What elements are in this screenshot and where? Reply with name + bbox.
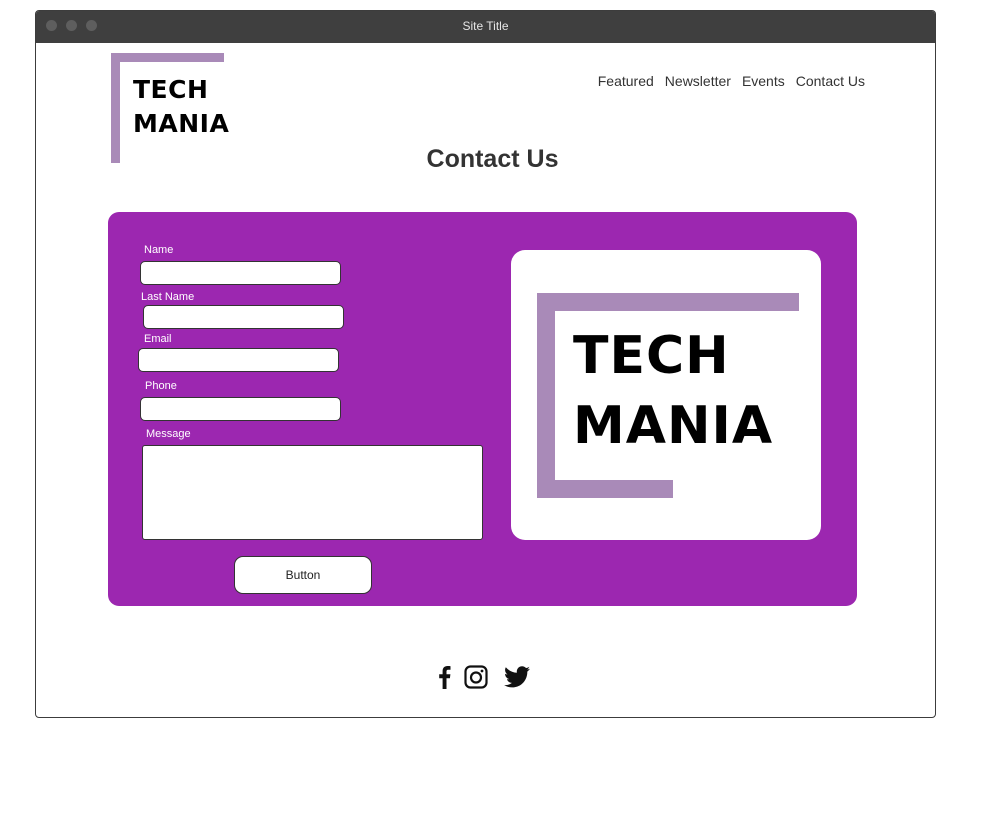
large-logo-text: TECH MANIA	[573, 321, 773, 461]
main-nav: Featured Newsletter Events Contact Us	[598, 73, 865, 89]
page-title: Contact Us	[426, 145, 559, 173]
nav-item-events[interactable]: Events	[742, 73, 785, 89]
nav-item-featured[interactable]: Featured	[598, 73, 654, 89]
name-input[interactable]	[140, 261, 341, 285]
last-name-input[interactable]	[143, 305, 344, 329]
contact-form-panel: Name Last Name Email Phone Message Butto…	[108, 212, 857, 606]
facebook-icon[interactable]	[436, 665, 452, 689]
instagram-icon[interactable]	[464, 665, 488, 689]
last-name-label: Last Name	[141, 291, 195, 303]
large-logo-bracket-left	[537, 293, 555, 498]
message-textarea[interactable]	[142, 445, 483, 540]
logo-line-2: MANIA	[133, 109, 230, 138]
browser-window: Site Title TECH MANIA Featured Newslette…	[35, 10, 936, 718]
logo-card: TECH MANIA	[511, 250, 821, 540]
nav-item-newsletter[interactable]: Newsletter	[665, 73, 731, 89]
nav-item-contact-us[interactable]: Contact Us	[796, 73, 865, 89]
large-logo: TECH MANIA	[537, 293, 799, 498]
phone-input[interactable]	[140, 397, 341, 421]
logo-bracket-top	[111, 53, 224, 62]
name-label: Name	[144, 244, 174, 256]
twitter-icon[interactable]	[504, 666, 530, 688]
social-links	[436, 665, 530, 689]
logo-line-1: TECH	[133, 75, 209, 104]
email-input[interactable]	[138, 348, 339, 372]
logo-text: TECH MANIA	[133, 73, 229, 141]
window-titlebar: Site Title	[36, 11, 935, 43]
large-logo-bracket-bottom	[537, 480, 673, 498]
submit-button[interactable]: Button	[234, 556, 372, 594]
large-logo-line-2: MANIA	[573, 396, 774, 456]
phone-label: Phone	[145, 380, 177, 392]
message-label: Message	[146, 428, 191, 440]
large-logo-bracket-top	[537, 293, 799, 311]
window-title: Site Title	[462, 19, 509, 33]
large-logo-line-1: TECH	[573, 326, 730, 386]
email-label: Email	[144, 333, 172, 345]
